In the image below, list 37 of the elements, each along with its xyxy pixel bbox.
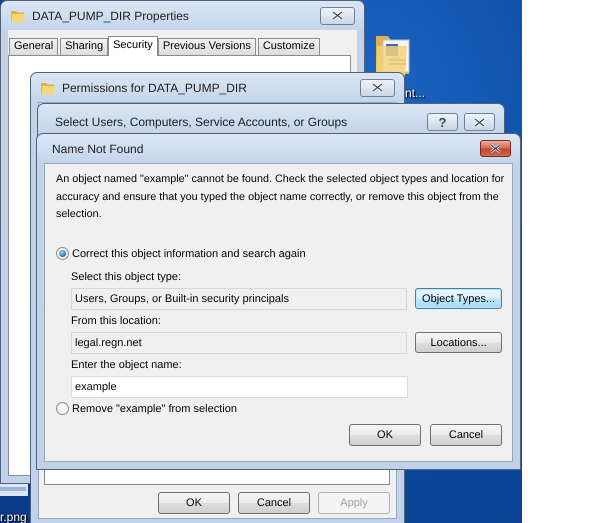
field-label: Enter the object name: [71,358,183,372]
option-label: Correct this object information and search again [72,248,306,260]
help-button[interactable]: ? [427,113,458,131]
tab[interactable]: Customize [258,38,320,55]
window-title: DATA_PUMP_DIR Properties [32,8,190,22]
option-label: Remove "example" from selection [72,402,237,414]
dialog-button[interactable]: Locations... [415,332,502,353]
tab[interactable]: General [9,38,58,55]
close-button[interactable] [360,78,395,96]
dialog-button[interactable]: OK [158,492,230,514]
close-button[interactable] [320,6,355,24]
window-title: Name Not Found [52,142,144,156]
dialog-button[interactable]: OK [349,424,421,446]
close-icon [372,83,383,92]
close-icon [332,11,343,20]
radio-button[interactable] [56,402,69,415]
radio-button[interactable] [56,247,69,260]
window-title: Permissions for DATA_PUMP_DIR [62,80,248,94]
error-message: An object named "example" cannot be found. Check the selected object types and location for accuracy and ensure that you typed the object name correctly, or remove this object from the selection. [56,172,506,222]
window-title: Select Users, Computers, Service Accounts, or Groups [55,115,348,129]
input-field[interactable]: example [71,376,408,398]
input-field[interactable]: Users, Groups, or Built-in security principals [71,288,408,310]
close-icon [490,144,501,153]
dialog-button[interactable]: Object Types... [415,288,502,309]
tab[interactable]: Sharing [60,38,108,55]
dialog-button[interactable]: Cancel [430,424,502,446]
field-label: From this location: [71,314,162,328]
close-icon [474,118,485,126]
close-button[interactable] [464,113,495,131]
tab[interactable]: Security [108,36,158,56]
icon-label[interactable]: nt... [405,86,426,100]
field-label: Select this object type: [71,270,182,284]
input-field[interactable]: legal.regn.net [71,332,408,354]
dialog-button[interactable]: Cancel [238,492,310,514]
close-button[interactable] [480,140,511,157]
tab[interactable]: Previous Versions [158,38,256,55]
dialog-button: Apply [318,492,390,514]
